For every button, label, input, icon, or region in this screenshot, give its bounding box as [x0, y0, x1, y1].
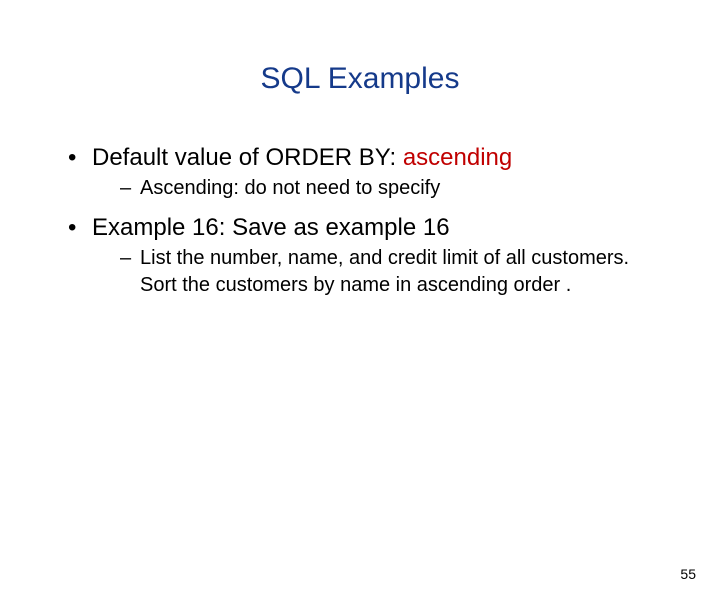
bullet-item: Default value of ORDER BY: ascending Asc… [68, 142, 656, 202]
slide-title: SQL Examples [0, 62, 720, 96]
page-number: 55 [680, 566, 696, 582]
bullet-list: Default value of ORDER BY: ascending Asc… [68, 142, 656, 299]
bullet-item: Example 16: Save as example 16 List the … [68, 212, 656, 299]
slide: SQL Examples Default value of ORDER BY: … [0, 62, 720, 602]
bullet-text: Default value of ORDER BY: [92, 144, 403, 171]
sub-bullet-list: Ascending: do not need to specify [92, 175, 656, 202]
bullet-highlight: ascending [403, 144, 512, 171]
sub-bullet-item: List the number, name, and credit limit … [120, 245, 656, 299]
bullet-text: Example 16: Save as example 16 [92, 214, 450, 241]
sub-bullet-item: Ascending: do not need to specify [120, 175, 656, 202]
sub-bullet-list: List the number, name, and credit limit … [92, 245, 656, 299]
slide-body: Default value of ORDER BY: ascending Asc… [0, 142, 720, 299]
